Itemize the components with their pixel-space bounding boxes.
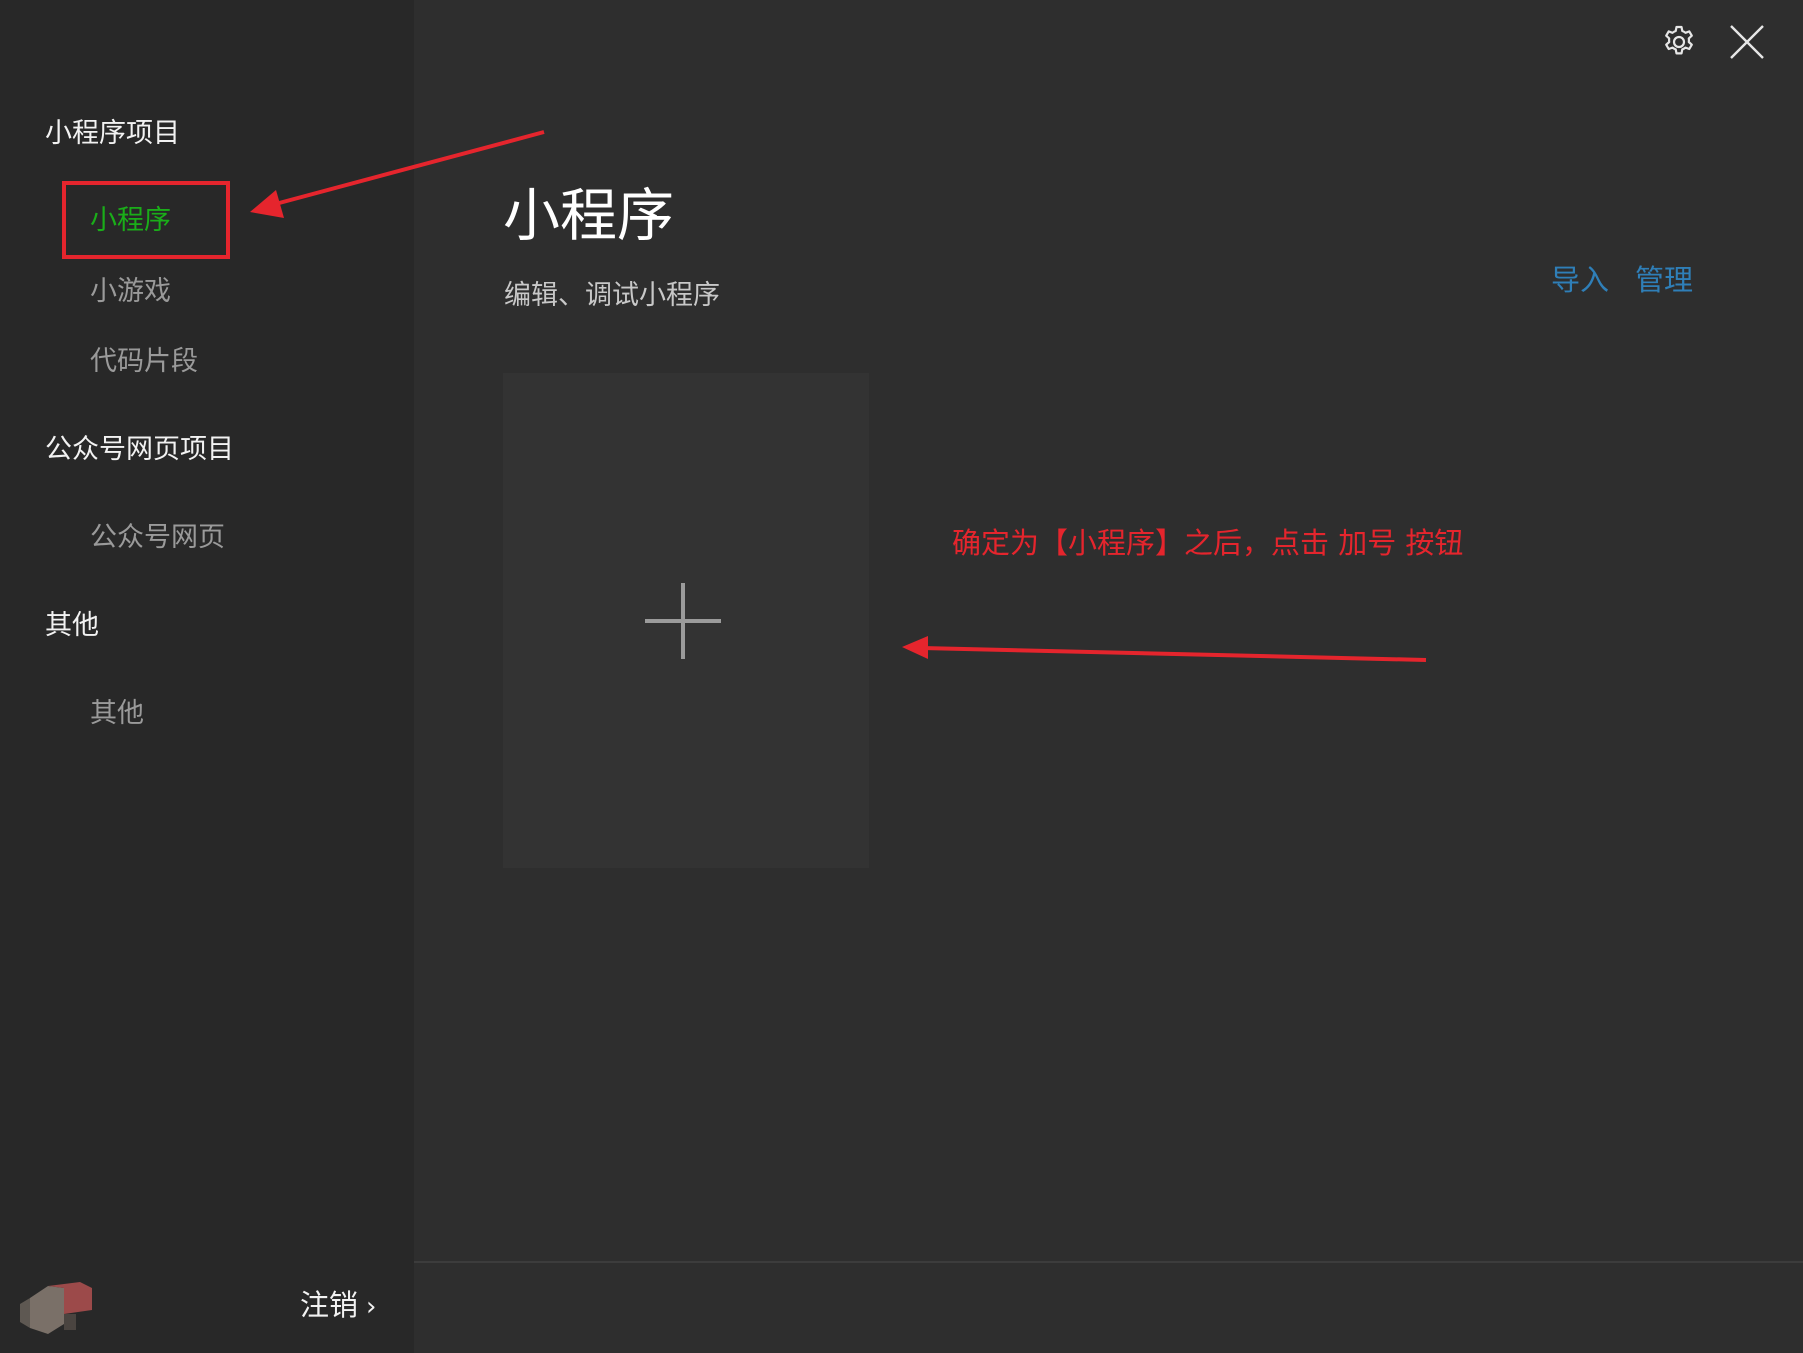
page-title: 小程序 [503, 183, 674, 249]
add-project-card[interactable] [503, 373, 869, 868]
chevron-right-icon: › [366, 1292, 377, 1322]
gear-icon[interactable] [1659, 22, 1699, 62]
page-subtitle: 编辑、调试小程序 [504, 280, 720, 311]
import-link[interactable]: 导入 [1551, 262, 1609, 298]
sidebar-item-official-account-webpage[interactable]: 公众号网页 [90, 521, 225, 555]
sidebar-item-code-snippet[interactable]: 代码片段 [90, 345, 198, 379]
avatar[interactable] [20, 1278, 92, 1336]
sidebar: 小程序项目 小程序 小游戏 代码片段 公众号网页项目 公众号网页 其他 其他 注… [0, 0, 414, 1353]
logout-label: 注销 [300, 1288, 359, 1322]
group-title-official-account-projects: 公众号网页项目 [45, 434, 234, 465]
app-window: 小程序项目 小程序 小游戏 代码片段 公众号网页项目 公众号网页 其他 其他 注… [0, 0, 1803, 1353]
window-controls [1659, 22, 1767, 62]
annotation-text: 确定为【小程序】之后，点击 加号 按钮 [952, 526, 1464, 560]
footer-divider [414, 1261, 1803, 1263]
sidebar-item-other[interactable]: 其他 [90, 697, 144, 731]
group-title-miniprogram-projects: 小程序项目 [45, 118, 180, 149]
header-actions: 导入 管理 [1551, 262, 1693, 298]
sidebar-item-minigame[interactable]: 小游戏 [90, 275, 171, 309]
logout-button[interactable]: 注销 › [300, 1287, 376, 1325]
close-icon[interactable] [1727, 22, 1767, 62]
manage-link[interactable]: 管理 [1635, 262, 1693, 298]
arrow-to-add-card [902, 636, 1427, 662]
group-title-other: 其他 [45, 610, 99, 641]
annotation-highlight-box [62, 181, 230, 259]
plus-icon [645, 583, 721, 659]
